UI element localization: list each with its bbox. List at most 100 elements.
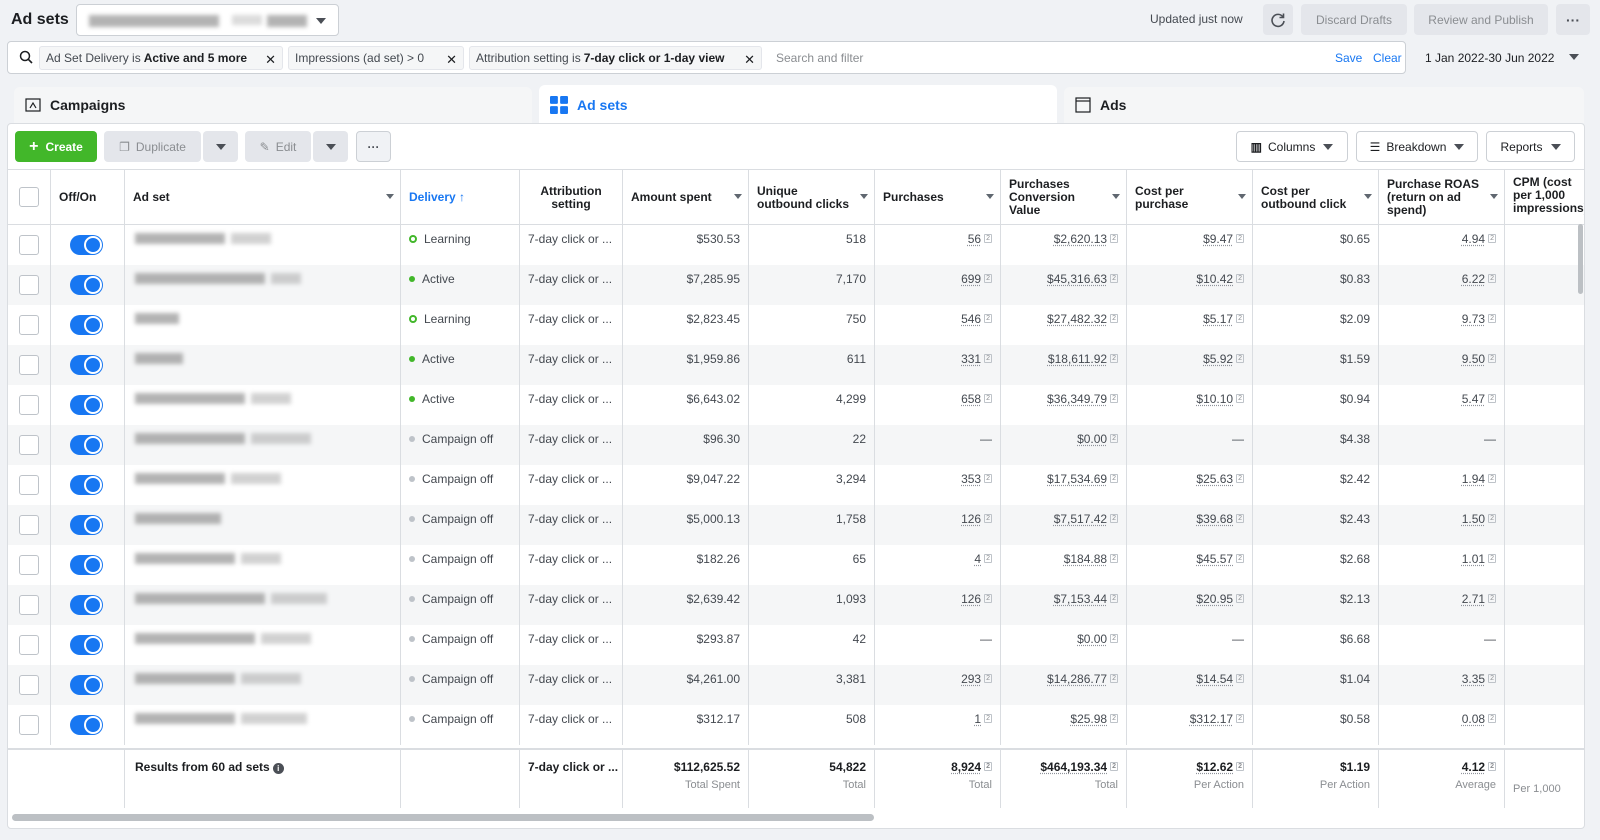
row-checkbox[interactable]: [19, 675, 39, 695]
cell-adset-name[interactable]: [124, 465, 400, 505]
save-filter-link[interactable]: Save: [1335, 51, 1362, 65]
tab-ads[interactable]: Ads: [1064, 87, 1584, 123]
cell-adset-name[interactable]: [124, 345, 400, 385]
duplicate-button[interactable]: ❐ Duplicate: [104, 131, 201, 162]
cell-adset-name[interactable]: [124, 225, 400, 265]
column-header-amount-spent[interactable]: Amount spent: [622, 170, 748, 225]
row-checkbox[interactable]: [19, 475, 39, 495]
adset-toggle[interactable]: [70, 275, 103, 295]
adset-toggle[interactable]: [70, 515, 103, 535]
table-row[interactable]: Campaign off 7-day click or ... $5,000.13 1…: [8, 505, 1584, 545]
cell-adset-name[interactable]: [124, 665, 400, 705]
breakdown-button[interactable]: ☰ Breakdown: [1356, 131, 1478, 162]
cell-adset-name[interactable]: [124, 625, 400, 665]
account-selector[interactable]: [76, 4, 339, 36]
cell-adset-name[interactable]: [124, 545, 400, 585]
table-row[interactable]: Active 7-day click or ... $7,285.95 7,170 69…: [8, 265, 1584, 305]
vertical-scrollbar[interactable]: [1578, 224, 1583, 294]
search-input[interactable]: Search and filter: [776, 51, 863, 65]
cell-adset-name[interactable]: [124, 265, 400, 305]
info-icon[interactable]: i: [272, 763, 284, 774]
adset-toggle[interactable]: [70, 555, 103, 575]
select-all-checkbox[interactable]: [19, 187, 39, 207]
table-row[interactable]: Learning 7-day click or ... $530.53 518 56 2 $…: [8, 225, 1584, 265]
table-row[interactable]: Campaign off 7-day click or ... $293.87 42 —…: [8, 625, 1584, 665]
table-row[interactable]: Campaign off 7-day click or ... $2,639.42 1…: [8, 585, 1584, 625]
row-checkbox[interactable]: [19, 275, 39, 295]
row-checkbox[interactable]: [19, 715, 39, 735]
clear-filter-link[interactable]: Clear: [1373, 51, 1402, 65]
column-header-conversion-value[interactable]: Purchases Conversion Value: [1000, 170, 1126, 225]
duplicate-dropdown[interactable]: [203, 131, 238, 162]
column-header-offon[interactable]: Off/On: [50, 170, 124, 225]
column-header-cost-per-click[interactable]: Cost per outbound click: [1252, 170, 1378, 225]
row-checkbox[interactable]: [19, 515, 39, 535]
reports-button[interactable]: Reports: [1486, 131, 1575, 162]
column-header-adset[interactable]: Ad set: [124, 170, 400, 225]
cell-adset-name[interactable]: [124, 385, 400, 425]
edit-button[interactable]: ✎ Edit: [245, 131, 311, 162]
more-actions-button[interactable]: ···: [356, 131, 391, 162]
adset-toggle[interactable]: [70, 235, 103, 255]
adset-toggle[interactable]: [70, 395, 103, 415]
close-icon[interactable]: ✕: [744, 52, 755, 68]
table-row[interactable]: Campaign off 7-day click or ... $4,261.00 3…: [8, 665, 1584, 705]
row-checkbox[interactable]: [19, 235, 39, 255]
table-row[interactable]: Learning 7-day click or ... $2,823.45 750 54…: [8, 305, 1584, 345]
filter-chip-delivery[interactable]: Ad Set Delivery is Active and 5 more ✕: [39, 46, 283, 70]
filter-chip-attribution[interactable]: Attribution setting is 7-day click or 1-d…: [469, 46, 762, 70]
cell-adset-name[interactable]: [124, 585, 400, 625]
close-icon[interactable]: ✕: [446, 52, 457, 68]
row-checkbox[interactable]: [19, 595, 39, 615]
column-header-purchases[interactable]: Purchases: [874, 170, 1000, 225]
create-button[interactable]: + Create: [15, 131, 97, 162]
column-header-delivery[interactable]: Delivery ↑: [400, 170, 519, 225]
adset-toggle[interactable]: [70, 475, 103, 495]
adset-toggle[interactable]: [70, 355, 103, 375]
columns-button[interactable]: ▥ Columns: [1236, 131, 1348, 162]
adset-toggle[interactable]: [70, 715, 103, 735]
table-row[interactable]: Active 7-day click or ... $1,959.86 611 331 2…: [8, 345, 1584, 385]
cell-adset-name[interactable]: [124, 305, 400, 345]
close-icon[interactable]: ✕: [265, 52, 276, 68]
cell-clicks: 22: [748, 425, 874, 465]
review-publish-button[interactable]: Review and Publish: [1414, 4, 1548, 35]
row-checkbox[interactable]: [19, 435, 39, 455]
column-header-cpm[interactable]: CPM (cost per 1,000 impressions): [1504, 170, 1584, 225]
column-header-cost-per-purchase[interactable]: Cost per purchase: [1126, 170, 1252, 225]
adset-toggle[interactable]: [70, 435, 103, 455]
horizontal-scrollbar[interactable]: [12, 814, 874, 821]
adset-toggle[interactable]: [70, 635, 103, 655]
row-checkbox[interactable]: [19, 635, 39, 655]
more-options-button[interactable]: ···: [1556, 4, 1590, 35]
tab-campaigns[interactable]: Campaigns: [14, 87, 532, 123]
edit-dropdown[interactable]: [313, 131, 348, 162]
select-all-cell: [8, 170, 50, 225]
filter-chip-impressions[interactable]: Impressions (ad set) > 0 ✕: [288, 46, 464, 70]
cell-value: $14,286.77 2: [1000, 665, 1126, 705]
totals-row: Results from 60 ad sets i 7-day click or …: [8, 748, 1584, 808]
table-row[interactable]: Campaign off 7-day click or ... $182.26 65 4…: [8, 545, 1584, 585]
tab-adsets[interactable]: Ad sets: [539, 85, 1057, 125]
redacted-adset-name: [135, 633, 255, 644]
row-checkbox[interactable]: [19, 555, 39, 575]
column-header-attribution[interactable]: Attribution setting: [519, 170, 622, 225]
date-range-picker[interactable]: 1 Jan 2022-30 Jun 2022: [1413, 41, 1585, 74]
adset-toggle[interactable]: [70, 675, 103, 695]
table-row[interactable]: Campaign off 7-day click or ... $96.30 22 — $…: [8, 425, 1584, 465]
column-header-clicks[interactable]: Unique outbound clicks: [748, 170, 874, 225]
table-row[interactable]: Active 7-day click or ... $6,643.02 4,299 65…: [8, 385, 1584, 425]
cell-adset-name[interactable]: [124, 425, 400, 465]
discard-drafts-button[interactable]: Discard Drafts: [1301, 4, 1407, 35]
row-checkbox[interactable]: [19, 315, 39, 335]
refresh-button[interactable]: [1263, 4, 1293, 35]
column-header-roas[interactable]: Purchase ROAS (return on ad spend): [1378, 170, 1504, 225]
cell-adset-name[interactable]: [124, 505, 400, 545]
table-row[interactable]: Campaign off 7-day click or ... $9,047.22 3…: [8, 465, 1584, 505]
cell-adset-name[interactable]: [124, 705, 400, 745]
table-row[interactable]: Campaign off 7-day click or ... $312.17 508…: [8, 705, 1584, 745]
row-checkbox[interactable]: [19, 395, 39, 415]
adset-toggle[interactable]: [70, 595, 103, 615]
adset-toggle[interactable]: [70, 315, 103, 335]
row-checkbox[interactable]: [19, 355, 39, 375]
